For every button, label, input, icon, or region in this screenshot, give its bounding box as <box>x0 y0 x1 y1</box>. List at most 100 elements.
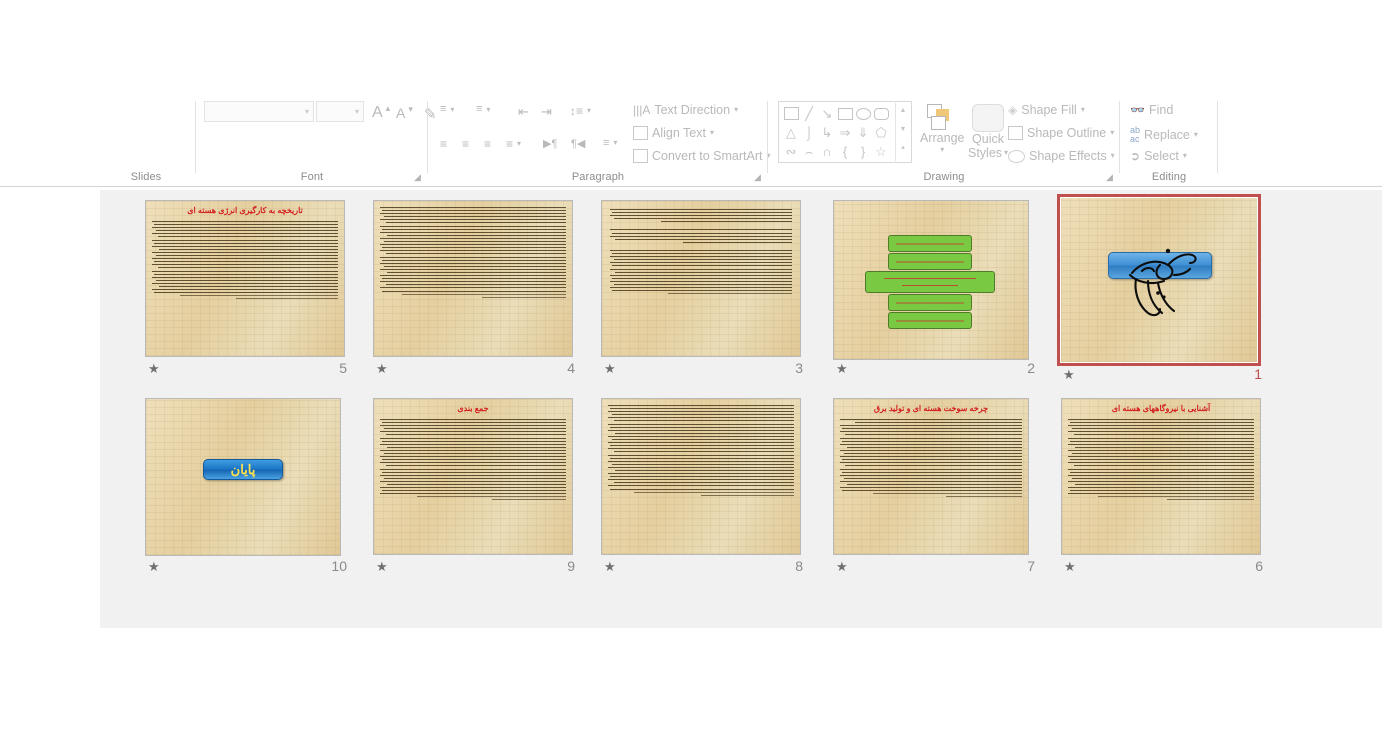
align-center-button[interactable]: ≡ <box>462 137 469 151</box>
slide-cell[interactable]: درس علوم فصل نهم موضوع : شکافت هسته و تو… <box>833 200 1037 380</box>
chevron-down-icon[interactable]: ▾ <box>1081 106 1085 114</box>
slide-number: 3 <box>795 360 803 376</box>
chevron-down-icon[interactable]: ▾ <box>305 107 309 116</box>
animation-star-icon[interactable]: ★ <box>836 560 848 574</box>
rectangle-shape[interactable] <box>837 107 853 120</box>
line-spacing-button[interactable]: ↕≡ ▾ <box>570 104 591 118</box>
arrow-line-shape[interactable]: ↘ <box>822 106 833 122</box>
justify-button[interactable]: ≡ ▾ <box>506 137 521 151</box>
select-button[interactable]: ➲ Select ▾ <box>1130 149 1187 163</box>
rounded-rectangle-shape[interactable] <box>873 107 889 120</box>
convert-to-smartart-button[interactable]: Convert to SmartArt ▾ <box>633 149 770 163</box>
slide-thumbnail-9[interactable]: جمع بندی <box>373 398 573 555</box>
down-arrow-shape[interactable]: ⇓ <box>858 125 869 141</box>
triangle-shape[interactable]: △ <box>786 125 796 141</box>
chevron-down-icon[interactable]: ▾ <box>940 146 944 154</box>
chevron-down-icon[interactable]: ▾ <box>1111 152 1115 160</box>
curve-shape[interactable]: ∩ <box>822 144 831 159</box>
oval-shape[interactable] <box>855 107 871 120</box>
arc-shape[interactable]: ⌢ <box>805 144 814 160</box>
align-right-button[interactable]: ≡ <box>484 137 491 151</box>
slide-thumbnail-3[interactable] <box>601 200 801 357</box>
shapes-scroll-down-button[interactable]: ▼ <box>896 114 910 133</box>
find-button[interactable]: 👓 Find <box>1130 103 1173 117</box>
align-text-button[interactable]: Align Text ▾ <box>633 126 714 140</box>
chevron-down-icon[interactable]: ▾ <box>710 129 714 137</box>
line-shape[interactable]: ╱ <box>805 106 813 122</box>
chevron-down-icon[interactable]: ▾ <box>1110 129 1114 137</box>
slide-cell[interactable]: ★ 8 <box>601 398 805 578</box>
shape-outline-button[interactable]: Shape Outline ▾ <box>1008 126 1114 140</box>
slide-thumbnail-6[interactable]: آشنایی با نیروگاههای هسته ای <box>1061 398 1261 555</box>
drawing-dialog-launcher[interactable]: ◢ <box>1106 172 1116 182</box>
chevron-down-icon[interactable]: ▾ <box>517 140 521 148</box>
animation-star-icon[interactable]: ★ <box>376 362 388 376</box>
text-direction-button[interactable]: |||A Text Direction ▾ <box>633 103 738 117</box>
slide-cell[interactable]: پایان ★ 10 <box>145 398 349 578</box>
bullets-button[interactable]: ≡ ▾ <box>440 104 454 115</box>
slide-thumbnail-1[interactable]: بسم الله الرحمن الرحیم <box>1057 194 1261 366</box>
slide-number: 9 <box>567 558 575 574</box>
chevron-down-icon[interactable]: ▾ <box>587 107 591 115</box>
slide-thumbnail-7[interactable]: چرخه سوخت هسته ای و تولید برق <box>833 398 1029 555</box>
text-box-shape[interactable] <box>783 107 799 120</box>
decrease-font-size-button[interactable]: A ▾ <box>396 104 414 122</box>
slide-cell[interactable]: ★ 3 <box>601 200 805 380</box>
increase-indent-button[interactable]: ⇥ <box>541 104 552 120</box>
slide-cell-selected[interactable]: بسم الله الرحمن الرحیم ★ 1 <box>1057 194 1267 382</box>
shapes-gallery[interactable]: ╱ ↘ △ ⌡ ↳ ⇒ ⇓ ⬠ ∾ ⌢ ∩ { } ☆ ▲ ▼ ▴ <box>778 101 912 163</box>
right-brace-shape[interactable]: } <box>861 144 865 159</box>
animation-star-icon[interactable]: ★ <box>604 362 616 376</box>
animation-star-icon[interactable]: ★ <box>836 362 848 376</box>
chevron-down-icon[interactable]: ▾ <box>734 106 738 114</box>
animation-star-icon[interactable]: ★ <box>1064 560 1076 574</box>
chevron-down-icon[interactable]: ▾ <box>450 105 454 114</box>
chevron-down-icon[interactable]: ▾ <box>1194 131 1198 139</box>
shapes-more-button[interactable]: ▴ <box>896 133 910 151</box>
quick-styles-button[interactable]: Quick Styles ▾ <box>968 104 1008 160</box>
columns-button[interactable]: ≡ ▾ <box>603 137 617 149</box>
right-arrow-shape[interactable]: ⇒ <box>840 125 851 141</box>
arrange-button[interactable]: Arrange ▾ <box>920 104 964 154</box>
decrease-indent-button[interactable]: ⇤ <box>518 104 529 120</box>
chevron-down-icon[interactable]: ▾ <box>486 105 490 114</box>
slide-thumbnail-8[interactable] <box>601 398 801 555</box>
rtl-text-direction-button[interactable]: ¶◀ <box>571 137 585 150</box>
font-size-combobox[interactable]: ▾ <box>316 101 364 122</box>
shape-fill-button[interactable]: ◈ Shape Fill ▾ <box>1008 103 1085 117</box>
elbow-connector-shape[interactable]: ⌡ <box>805 125 813 140</box>
chevron-down-icon[interactable]: ▾ <box>613 139 617 147</box>
shapes-scroll-up-button[interactable]: ▲ <box>896 103 910 114</box>
font-dialog-launcher[interactable]: ◢ <box>414 172 424 182</box>
animation-star-icon[interactable]: ★ <box>1063 368 1075 382</box>
paragraph-dialog-launcher[interactable]: ◢ <box>754 172 764 182</box>
slide-thumbnail-2[interactable]: درس علوم فصل نهم موضوع : شکافت هسته و تو… <box>833 200 1029 360</box>
slide-thumbnail-5[interactable]: تاریخچه به کارگیری انرژی هسته ای <box>145 200 345 357</box>
slide-cell[interactable]: ★ 4 <box>373 200 577 380</box>
chevron-down-icon[interactable]: ▾ <box>355 107 359 116</box>
animation-star-icon[interactable]: ★ <box>376 560 388 574</box>
slide-cell[interactable]: تاریخچه به کارگیری انرژی هسته ای ★ 5 <box>145 200 349 380</box>
replace-button[interactable]: ab ac Replace ▾ <box>1130 126 1198 144</box>
pentagon-shape[interactable]: ⬠ <box>875 125 886 141</box>
chevron-down-icon[interactable]: ▾ <box>1183 152 1187 160</box>
elbow-arrow-shape[interactable]: ↳ <box>822 125 833 141</box>
ltr-text-direction-button[interactable]: ▶¶ <box>543 137 557 150</box>
increase-font-size-button[interactable]: A ▴ <box>372 103 391 122</box>
scribble-shape[interactable]: ∾ <box>786 144 797 160</box>
animation-star-icon[interactable]: ★ <box>148 560 160 574</box>
star-shape[interactable]: ☆ <box>875 144 887 160</box>
slide-cell[interactable]: جمع بندی ★ 9 <box>373 398 577 578</box>
shape-effects-button[interactable]: Shape Effects ▾ <box>1008 149 1115 163</box>
slide-thumbnail-4[interactable] <box>373 200 573 357</box>
font-name-combobox[interactable]: ▾ <box>204 101 314 122</box>
slide-sorter-pane[interactable]: تاریخچه به کارگیری انرژی هسته ای ★ 5 ★ 4… <box>100 190 1382 628</box>
slide-thumbnail-10[interactable]: پایان <box>145 398 341 556</box>
numbering-button[interactable]: ≡ ▾ <box>476 104 490 115</box>
animation-star-icon[interactable]: ★ <box>604 560 616 574</box>
slide-cell[interactable]: آشنایی با نیروگاههای هسته ای ★ 6 <box>1061 398 1265 578</box>
animation-star-icon[interactable]: ★ <box>148 362 160 376</box>
slide-cell[interactable]: چرخه سوخت هسته ای و تولید برق ★ 7 <box>833 398 1037 578</box>
align-left-button[interactable]: ≡ <box>440 137 447 151</box>
left-brace-shape[interactable]: { <box>843 144 847 159</box>
